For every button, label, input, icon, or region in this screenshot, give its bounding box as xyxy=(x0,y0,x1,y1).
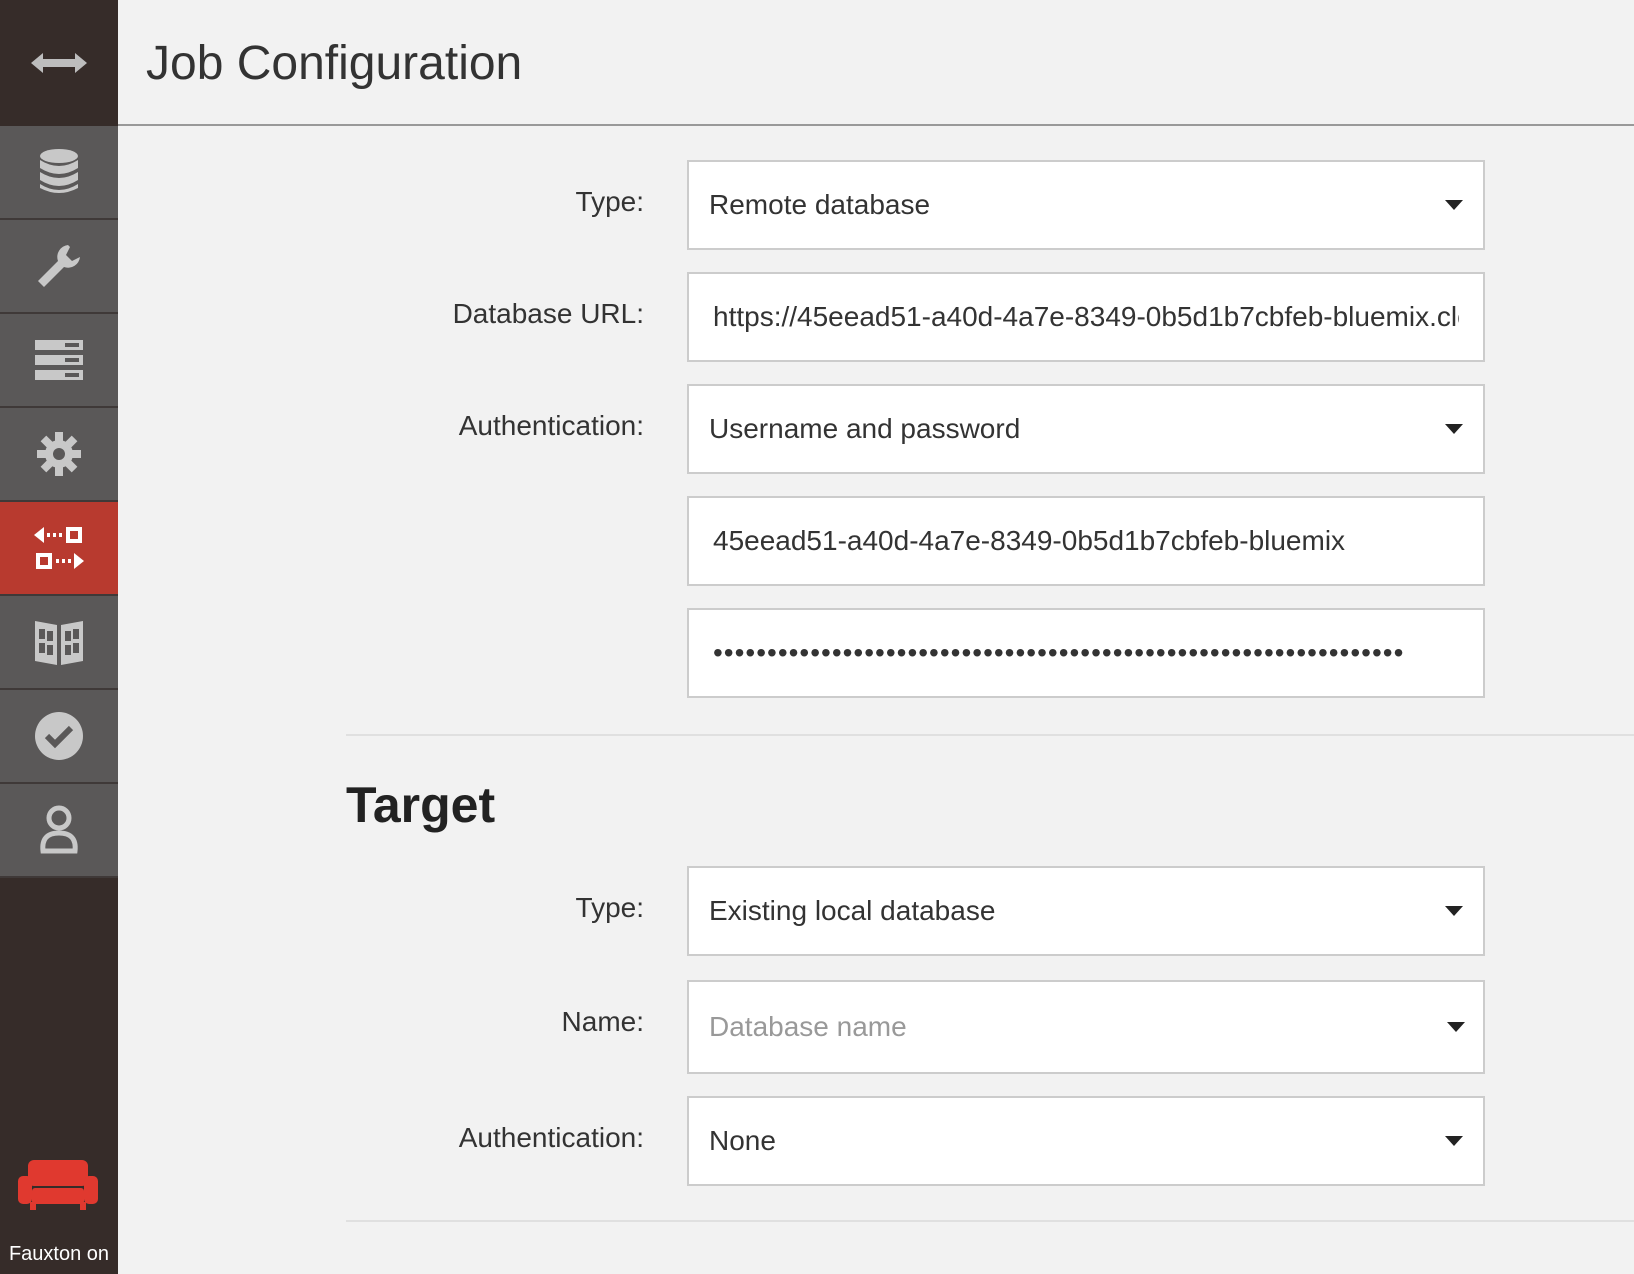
target-auth-value: None xyxy=(709,1125,776,1156)
chevron-down-icon xyxy=(1445,424,1463,434)
target-type-label: Type: xyxy=(575,892,644,923)
gear-icon xyxy=(37,432,81,476)
brand-label: Fauxton on xyxy=(8,1243,110,1265)
source-auth-value: Username and password xyxy=(709,413,1021,444)
source-url-field[interactable] xyxy=(687,272,1485,362)
sidebar: Fauxton on xyxy=(0,0,118,1274)
source-auth-select[interactable]: Username and password xyxy=(687,384,1485,474)
sidebar-item-replication[interactable] xyxy=(0,502,118,596)
sidebar-item-documentation[interactable] xyxy=(0,596,118,690)
target-type-value: Existing local database xyxy=(709,895,996,926)
sidebar-item-databases[interactable] xyxy=(0,126,118,220)
chevron-down-icon xyxy=(1445,906,1463,916)
source-type-label: Type: xyxy=(575,186,644,217)
book-icon xyxy=(35,621,83,665)
source-type-select[interactable]: Remote database xyxy=(687,160,1485,250)
target-name-placeholder: Database name xyxy=(709,1011,907,1042)
replication-icon xyxy=(34,527,84,569)
target-auth-label: Authentication: xyxy=(458,1122,644,1153)
sidebar-item-verify[interactable] xyxy=(0,690,118,784)
source-type-value: Remote database xyxy=(709,189,931,220)
user-icon xyxy=(40,805,78,854)
section-divider xyxy=(346,734,1634,736)
source-password-input[interactable] xyxy=(709,637,1463,669)
chevron-down-icon xyxy=(1447,1022,1465,1032)
sidebar-item-config[interactable] xyxy=(0,220,118,314)
database-icon xyxy=(40,149,78,193)
resize-horizontal-icon xyxy=(31,53,87,73)
page-title: Job Configuration xyxy=(146,37,523,90)
couch-logo-icon xyxy=(18,1160,98,1210)
main-content: Job Configuration Type: Remote database … xyxy=(118,0,1634,1274)
source-username-field[interactable] xyxy=(687,496,1485,586)
target-type-select[interactable]: Existing local database xyxy=(687,866,1485,956)
section-divider xyxy=(346,1220,1634,1222)
page-header: Job Configuration xyxy=(118,0,1634,126)
target-auth-select[interactable]: None xyxy=(687,1096,1485,1186)
check-circle-icon xyxy=(35,712,83,760)
source-url-input[interactable] xyxy=(709,301,1463,333)
source-url-label: Database URL: xyxy=(452,298,644,329)
source-auth-label: Authentication: xyxy=(458,410,644,441)
brand: Fauxton on xyxy=(0,1150,118,1274)
sidebar-toggle[interactable] xyxy=(0,0,118,126)
sidebar-item-user[interactable] xyxy=(0,784,118,878)
chevron-down-icon xyxy=(1445,200,1463,210)
target-section-title: Target xyxy=(346,777,496,833)
target-name-combobox[interactable]: Database name xyxy=(687,980,1485,1074)
server-icon xyxy=(35,340,83,380)
sidebar-item-server[interactable] xyxy=(0,314,118,408)
sidebar-item-settings[interactable] xyxy=(0,408,118,502)
source-password-field[interactable] xyxy=(687,608,1485,698)
wrench-icon xyxy=(38,245,80,287)
target-name-label: Name: xyxy=(561,1006,644,1037)
source-username-input[interactable] xyxy=(709,525,1463,557)
chevron-down-icon xyxy=(1445,1136,1463,1146)
